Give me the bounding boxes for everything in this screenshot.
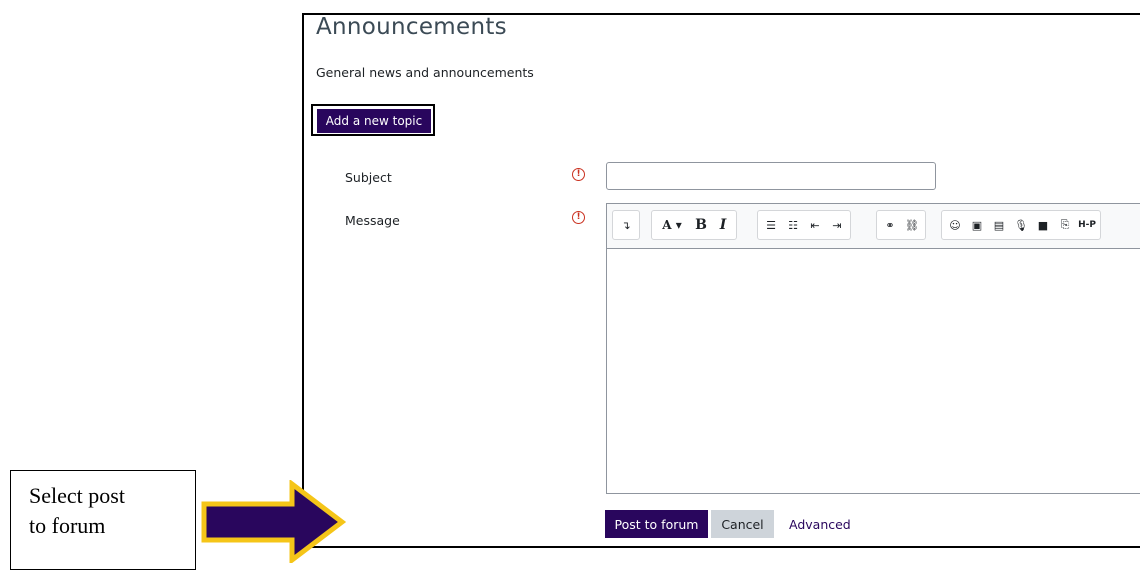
pointer-arrow-icon — [201, 480, 347, 563]
cancel-button[interactable]: Cancel — [711, 510, 774, 538]
media-icon[interactable]: ▤ — [988, 213, 1010, 237]
ordered-list-icon[interactable]: ☷ — [782, 213, 804, 237]
post-to-forum-button[interactable]: Post to forum — [605, 510, 708, 538]
toolbar-group-collapse: ↴ — [612, 210, 640, 240]
subject-input[interactable] — [606, 162, 936, 190]
indent-icon[interactable]: ⇥ — [826, 213, 848, 237]
emoji-icon[interactable]: ☺ — [944, 213, 966, 237]
h5p-icon[interactable]: H-P — [1076, 213, 1098, 237]
image-icon[interactable]: ▣ — [966, 213, 988, 237]
add-new-topic-button[interactable]: Add a new topic — [317, 109, 431, 133]
subject-label: Subject — [345, 170, 392, 185]
instruction-callout: Select post to forum — [10, 470, 196, 570]
toolbar-group-media: ☺ ▣ ▤ 🎙 ■ ⎘ H-P — [941, 210, 1101, 240]
toolbar-group-lists: ☰ ☷ ⇤ ⇥ — [757, 210, 851, 240]
message-label: Message — [345, 213, 400, 228]
callout-line-2: to forum — [29, 513, 106, 538]
message-required-icon: ! — [572, 211, 585, 224]
link-icon[interactable]: ⚭ — [879, 213, 901, 237]
unlink-icon[interactable]: ⛓ — [901, 213, 923, 237]
italic-icon[interactable]: I — [712, 213, 734, 237]
callout-line-1: Select post — [29, 483, 125, 508]
font-style-icon[interactable]: A ▾ — [654, 213, 690, 237]
collapse-icon[interactable]: ↴ — [615, 213, 637, 237]
outdent-icon[interactable]: ⇤ — [804, 213, 826, 237]
advanced-link[interactable]: Advanced — [789, 517, 851, 532]
forum-description: General news and announcements — [316, 65, 534, 80]
manage-files-icon[interactable]: ⎘ — [1054, 213, 1076, 237]
microphone-icon[interactable]: 🎙 — [1010, 213, 1032, 237]
video-icon[interactable]: ■ — [1032, 213, 1054, 237]
subject-required-icon: ! — [572, 168, 585, 181]
page-title: Announcements — [316, 14, 507, 40]
editor-toolbar: ↴ A ▾ B I ☰ ☷ ⇤ ⇥ ⚭ ⛓ ☺ ▣ ▤ 🎙 ■ ⎘ H-P — [607, 204, 1140, 249]
message-editor[interactable]: ↴ A ▾ B I ☰ ☷ ⇤ ⇥ ⚭ ⛓ ☺ ▣ ▤ 🎙 ■ ⎘ H-P — [606, 203, 1140, 494]
unordered-list-icon[interactable]: ☰ — [760, 213, 782, 237]
toolbar-group-format: A ▾ B I — [651, 210, 737, 240]
toolbar-group-links: ⚭ ⛓ — [876, 210, 926, 240]
bold-icon[interactable]: B — [690, 213, 712, 237]
